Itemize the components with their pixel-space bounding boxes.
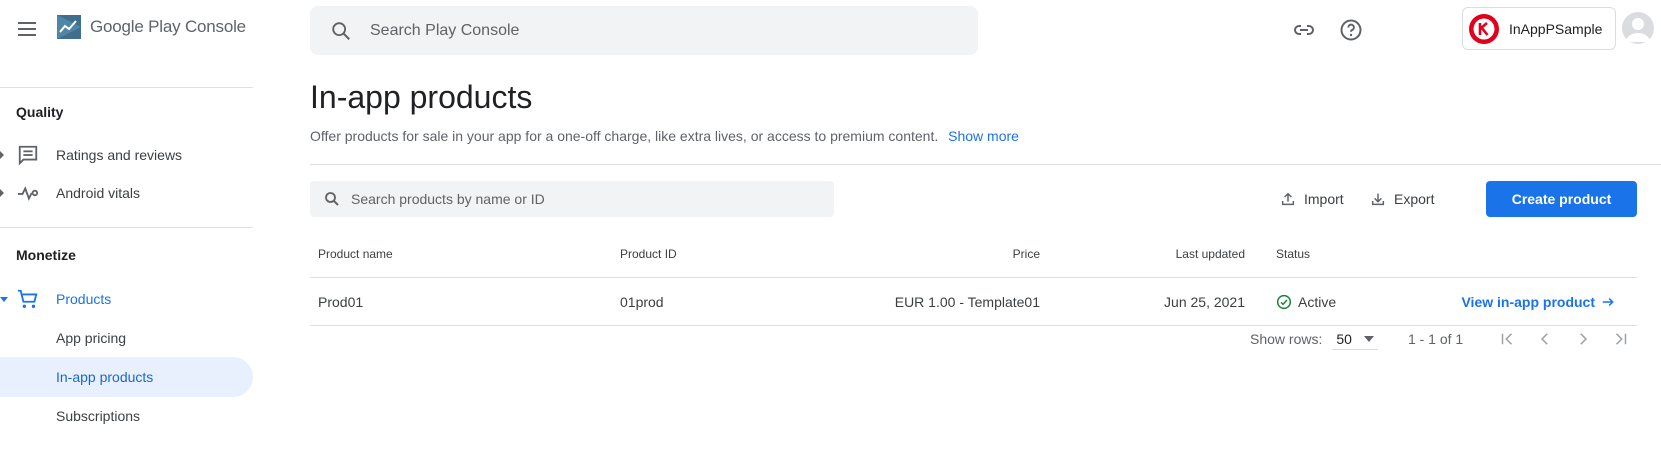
import-label: Import [1304, 191, 1344, 207]
last-page-button[interactable] [1609, 327, 1633, 351]
main-content: In-app products Offer products for sale … [310, 60, 1661, 450]
collapse-caret-icon[interactable] [0, 296, 8, 302]
first-page-button[interactable] [1495, 327, 1519, 351]
link-icon[interactable] [1292, 18, 1316, 42]
page-description: Offer products for sale in your app for … [310, 128, 1019, 144]
sidebar-divider [0, 87, 253, 88]
table-header-row: Product name Product ID Price Last updat… [310, 230, 1637, 278]
global-search-input[interactable] [370, 21, 930, 40]
sidebar-item-in-app-products[interactable]: In-app products [0, 357, 253, 397]
main-divider [310, 164, 1661, 165]
logo-text: Google Play Console [90, 17, 246, 37]
sidebar-item-app-pricing[interactable]: App pricing [0, 318, 253, 358]
cell-price: EUR 1.00 - Template01 [894, 293, 1040, 310]
person-icon [1626, 18, 1650, 42]
table-row[interactable]: Prod01 01prod EUR 1.00 - Template01 Jun … [310, 278, 1637, 326]
column-header-last-updated[interactable]: Last updated [1176, 230, 1245, 277]
sidebar-item-label: In-app products [56, 369, 154, 385]
export-button[interactable]: Export [1370, 184, 1434, 214]
cell-product-name: Prod01 [318, 293, 364, 310]
cart-icon [17, 289, 38, 308]
rows-per-page-select[interactable]: 50 [1332, 329, 1378, 350]
global-search-bar[interactable] [310, 6, 978, 55]
column-header-product-id[interactable]: Product ID [620, 230, 677, 277]
first-page-icon [1501, 333, 1513, 345]
top-app-bar: Google Play Console InAppPSample [0, 0, 1661, 60]
account-avatar-icon[interactable] [1622, 12, 1654, 44]
upload-icon [1281, 192, 1295, 206]
expand-caret-icon[interactable] [0, 189, 4, 197]
download-icon [1371, 193, 1385, 206]
rows-per-page-value: 50 [1336, 330, 1352, 347]
search-icon [325, 192, 339, 206]
import-button[interactable]: Import [1280, 184, 1344, 214]
sidebar-item-android-vitals[interactable]: Android vitals [0, 173, 253, 213]
sidebar-section-monetize: Monetize [16, 247, 76, 263]
cell-product-id: 01prod [620, 293, 664, 310]
column-header-status[interactable]: Status [1276, 230, 1310, 277]
search-icon [332, 21, 350, 40]
product-search-input[interactable] [351, 191, 821, 207]
sidebar-divider [0, 227, 253, 228]
vitals-icon [17, 186, 39, 201]
chevron-left-icon [1541, 333, 1548, 345]
export-label: Export [1394, 191, 1435, 207]
sidebar-item-label: Products [56, 291, 112, 307]
products-table: Product name Product ID Price Last updat… [310, 230, 1637, 326]
sidebar-item-label: Android vitals [56, 185, 141, 201]
show-rows-label: Show rows: [1250, 331, 1323, 347]
page-range: 1 - 1 of 1 [1407, 331, 1464, 347]
logo-google-play: Google Play [90, 17, 181, 36]
product-search-bar[interactable] [310, 181, 834, 217]
page-title: In-app products [310, 79, 533, 115]
cell-last-updated: Jun 25, 2021 [1164, 293, 1245, 310]
sidebar-item-products[interactable]: Products [0, 279, 253, 319]
reviews-icon [18, 145, 38, 166]
expand-caret-icon[interactable] [0, 151, 4, 159]
last-page-icon [1616, 333, 1627, 345]
logo-console: Console [184, 17, 246, 36]
view-link-label: View in-app product [1461, 293, 1595, 310]
next-page-button[interactable] [1571, 327, 1595, 351]
column-header-product-name[interactable]: Product name [318, 230, 393, 277]
sidebar-item-label: Subscriptions [56, 408, 141, 424]
view-in-app-product-link[interactable]: View in-app product [1461, 278, 1615, 325]
show-more-link[interactable]: Show more [948, 128, 1019, 144]
arrow-right-icon [1602, 297, 1614, 306]
chevron-right-icon [1580, 333, 1588, 345]
help-icon[interactable] [1339, 18, 1363, 42]
sidebar-section-quality: Quality [16, 104, 64, 120]
status-text: Active [1298, 293, 1337, 310]
menu-icon[interactable] [14, 16, 40, 42]
app-name: InAppPSample [1509, 20, 1603, 37]
play-console-logo[interactable]: Google Play Console [56, 14, 246, 40]
app-selector[interactable]: InAppPSample [1462, 7, 1616, 50]
sidebar-item-label: Ratings and reviews [56, 147, 183, 163]
dropdown-arrow-icon [1363, 335, 1374, 342]
app-icon [1469, 13, 1499, 44]
sidebar-item-label: App pricing [56, 330, 127, 346]
pagination: Show rows: 50 1 - 1 of 1 [1250, 324, 1633, 354]
column-header-price[interactable]: Price [1013, 230, 1040, 277]
cell-status: Active [1276, 278, 1336, 325]
sidebar-item-ratings-and-reviews[interactable]: Ratings and reviews [0, 135, 253, 175]
sidebar-nav: Quality Ratings and reviews Android vita… [0, 60, 253, 450]
play-console-logo-icon [57, 15, 81, 39]
check-circle-icon [1276, 294, 1292, 309]
previous-page-button[interactable] [1533, 327, 1557, 351]
sidebar-item-subscriptions[interactable]: Subscriptions [0, 396, 253, 436]
description-text: Offer products for sale in your app for … [310, 128, 939, 144]
create-product-button[interactable]: Create product [1486, 181, 1637, 217]
